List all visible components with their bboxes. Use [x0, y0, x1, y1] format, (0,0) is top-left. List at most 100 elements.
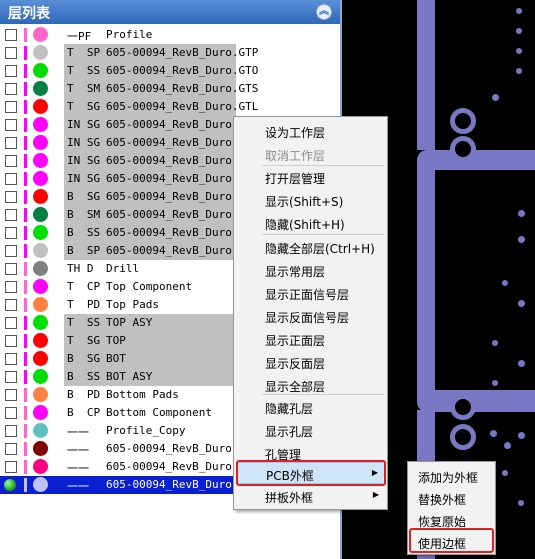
layer-name: Profile — [106, 28, 153, 41]
layer-visibility-checkbox[interactable] — [5, 101, 17, 113]
pcb-pad — [450, 136, 476, 162]
layer-type: B SP — [67, 244, 101, 257]
submenu-item[interactable]: 添加为外框 — [410, 465, 493, 487]
layer-visibility-checkbox[interactable] — [5, 245, 17, 257]
layer-color-swatch[interactable] — [33, 315, 48, 330]
context-menu-item[interactable]: 显示反面信号层 — [236, 305, 385, 327]
layer-color-swatch[interactable] — [33, 405, 48, 420]
layer-visibility-checkbox[interactable] — [5, 209, 17, 221]
context-menu-item[interactable]: 显示常用层 — [236, 259, 385, 281]
context-menu-item[interactable]: 显示反面层 — [236, 351, 385, 373]
layer-color-bar — [24, 82, 27, 96]
layer-color-bar — [24, 460, 27, 474]
layer-color-swatch[interactable] — [33, 189, 48, 204]
pcb-via — [490, 430, 497, 437]
layer-color-swatch[interactable] — [33, 171, 48, 186]
pcb-via — [518, 500, 524, 506]
context-menu-item[interactable]: 隐藏全部层(Ctrl+H) — [236, 236, 385, 258]
layer-color-swatch[interactable] — [33, 207, 48, 222]
layer-color-swatch[interactable] — [33, 459, 48, 474]
layer-color-swatch[interactable] — [33, 45, 48, 60]
layer-name: 605-00094_RevB_Duro.GTL — [106, 100, 259, 113]
layer-visibility-checkbox[interactable] — [5, 407, 17, 419]
layer-visibility-checkbox[interactable] — [5, 83, 17, 95]
layer-visibility-checkbox[interactable] — [5, 371, 17, 383]
layer-visibility-checkbox[interactable] — [5, 461, 17, 473]
layer-visibility-checkbox[interactable] — [5, 65, 17, 77]
layer-row[interactable]: 一PF Profile — [0, 26, 340, 44]
layer-visibility-checkbox[interactable] — [5, 389, 17, 401]
layer-color-swatch[interactable] — [33, 441, 48, 456]
pcb-via — [516, 28, 522, 34]
context-menu-item[interactable]: 显示正面信号层 — [236, 282, 385, 304]
pcb-via — [518, 360, 525, 367]
layer-color-swatch[interactable] — [33, 297, 48, 312]
pcb-trace — [417, 150, 535, 170]
submenu-item[interactable]: 替换外框 — [410, 487, 493, 509]
layer-color-swatch[interactable] — [33, 261, 48, 276]
layer-color-swatch[interactable] — [33, 477, 48, 492]
layer-visibility-checkbox[interactable] — [5, 227, 17, 239]
layer-color-bar — [24, 388, 27, 402]
pcb-via — [486, 152, 494, 160]
layer-row[interactable]: T SM 605-00094_RevB_Duro.GTS — [0, 80, 340, 98]
layer-visibility-checkbox[interactable] — [5, 281, 17, 293]
layer-visibility-checkbox[interactable] — [5, 299, 17, 311]
pcb-via — [518, 236, 525, 243]
layer-color-swatch[interactable] — [33, 153, 48, 168]
layer-visibility-checkbox[interactable] — [5, 155, 17, 167]
layer-type: T SG — [67, 334, 101, 347]
menu-separator — [262, 165, 384, 166]
double-chevron-up-icon[interactable]: ︽ — [316, 4, 332, 20]
layer-visibility-checkbox[interactable] — [5, 173, 17, 185]
layer-visibility-checkbox[interactable] — [5, 191, 17, 203]
layer-color-swatch[interactable] — [33, 225, 48, 240]
layer-visibility-checkbox[interactable] — [5, 443, 17, 455]
layer-color-swatch[interactable] — [33, 369, 48, 384]
layer-visibility-checkbox[interactable] — [5, 353, 17, 365]
layer-name: Profile_Copy — [106, 424, 186, 437]
layer-color-swatch[interactable] — [33, 387, 48, 402]
layer-row[interactable]: T SP 605-00094_RevB_Duro.GTP — [0, 44, 340, 62]
layer-visibility-checkbox[interactable] — [5, 47, 17, 59]
context-menu-item[interactable]: 显示正面层 — [236, 328, 385, 350]
layer-color-swatch[interactable] — [33, 243, 48, 258]
layer-visibility-checkbox[interactable] — [5, 137, 17, 149]
layer-visibility-checkbox[interactable] — [5, 425, 17, 437]
layer-color-swatch[interactable] — [33, 423, 48, 438]
menu-item-label: 隐藏(Shift+H) — [265, 218, 345, 232]
menu-item-label: 添加为外框 — [418, 471, 479, 485]
layer-name: 605-00094_RevB_Duro.GTP — [106, 46, 259, 59]
menu-separator — [262, 394, 384, 395]
layer-visibility-checkbox[interactable] — [5, 317, 17, 329]
layer-row[interactable]: T SG 605-00094_RevB_Duro.GTL — [0, 98, 340, 116]
layer-visibility-checkbox[interactable] — [5, 29, 17, 41]
layer-visibility-checkbox[interactable] — [5, 335, 17, 347]
layer-color-bar — [24, 352, 27, 366]
layer-color-swatch[interactable] — [33, 135, 48, 150]
pcb-via — [518, 432, 525, 439]
layer-visibility-checkbox[interactable] — [5, 119, 17, 131]
context-menu-item[interactable]: 设为工作层 — [236, 120, 385, 142]
context-menu-item[interactable]: 拼板外框 ▶ — [236, 485, 385, 507]
layer-type: T SP — [67, 46, 101, 59]
context-menu-item[interactable]: 打开层管理 — [236, 166, 385, 188]
layer-color-bar — [24, 208, 27, 222]
context-menu-item[interactable]: 显示全部层 — [236, 374, 385, 396]
pcb-pad — [450, 108, 476, 134]
context-menu-item[interactable]: 隐藏(Shift+H) — [236, 212, 385, 234]
layer-color-swatch[interactable] — [33, 333, 48, 348]
layer-color-swatch[interactable] — [33, 351, 48, 366]
layer-color-swatch[interactable] — [33, 81, 48, 96]
context-menu-item[interactable]: 显示孔层 — [236, 419, 385, 441]
layer-color-swatch[interactable] — [33, 27, 48, 42]
layer-color-swatch[interactable] — [33, 117, 48, 132]
layer-visibility-checkbox[interactable] — [5, 263, 17, 275]
layer-color-swatch[interactable] — [33, 63, 48, 78]
layer-row[interactable]: T SS 605-00094_RevB_Duro.GTO — [0, 62, 340, 80]
layer-color-swatch[interactable] — [33, 99, 48, 114]
layer-color-swatch[interactable] — [33, 279, 48, 294]
context-menu-item[interactable]: 隐藏孔层 — [236, 396, 385, 418]
context-menu-item[interactable]: 显示(Shift+S) — [236, 189, 385, 211]
layer-type: T CP — [67, 280, 101, 293]
